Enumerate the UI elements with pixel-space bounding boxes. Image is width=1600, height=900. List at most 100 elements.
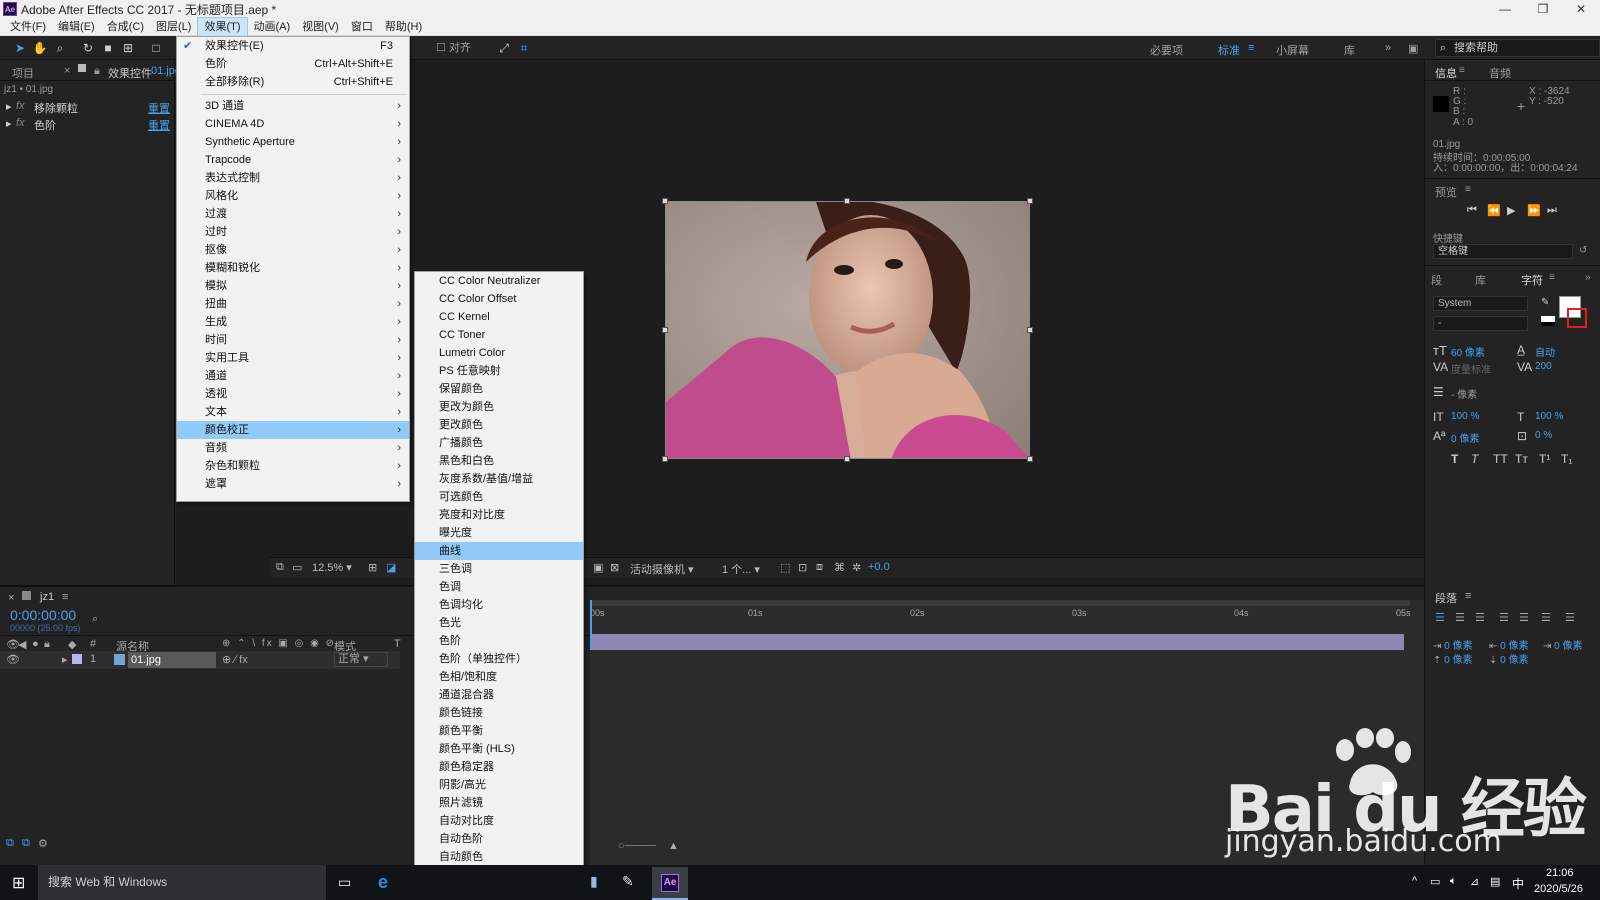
- loop-icon[interactable]: ↺: [1579, 245, 1587, 256]
- menu-item-effect-controls[interactable]: ✔ 效果控件(E) F3: [177, 37, 409, 55]
- timeline-menu-icon[interactable]: ≡: [62, 591, 68, 603]
- align-right-icon[interactable]: ☰: [1475, 611, 1485, 624]
- menu-category-item[interactable]: 颜色校正 ›: [177, 421, 409, 439]
- submenu-item[interactable]: 色相/饱和度: [415, 668, 583, 686]
- workspace-standard[interactable]: 标准: [1218, 42, 1240, 58]
- close-tab-icon[interactable]: ×: [64, 65, 70, 77]
- menu-category-item[interactable]: 生成 ›: [177, 313, 409, 331]
- effect-row-levels[interactable]: ▸ fx 色阶 重置: [0, 117, 175, 133]
- transparency-grid-icon[interactable]: ⊠: [610, 561, 619, 574]
- submenu-item[interactable]: 保留颜色: [415, 380, 583, 398]
- snap-icon[interactable]: ⤢: [496, 40, 512, 56]
- expand-triangle-icon[interactable]: ▸: [6, 100, 12, 113]
- camera-tool-icon[interactable]: ■: [100, 40, 116, 56]
- layer-row[interactable]: 👁︎ ▸ 1 01.jpg ⊕ ∕ fx 正常 ▾: [0, 651, 400, 669]
- menu-view[interactable]: 视图(V): [296, 18, 345, 36]
- transform-handle[interactable]: [662, 327, 668, 333]
- playhead[interactable]: [590, 600, 592, 650]
- workspace-library[interactable]: 库: [1344, 42, 1355, 58]
- panel-lock-icon[interactable]: [78, 64, 86, 72]
- submenu-item[interactable]: 色调: [415, 578, 583, 596]
- indent-right[interactable]: ⇤ 0 像素: [1489, 637, 1529, 652]
- expand-triangle-icon[interactable]: ▸: [6, 117, 12, 130]
- task-view-icon[interactable]: ▭: [338, 874, 351, 891]
- font-size-value[interactable]: 60 像素: [1451, 344, 1485, 359]
- tab-audio[interactable]: 音频: [1489, 65, 1511, 81]
- menu-category-item[interactable]: 通道 ›: [177, 367, 409, 385]
- menu-category-item[interactable]: 遮罩 ›: [177, 475, 409, 493]
- all-caps-button[interactable]: TT: [1493, 452, 1508, 466]
- space-before[interactable]: ⇡ 0 像素: [1433, 651, 1473, 666]
- submenu-item[interactable]: CC Kernel: [415, 308, 583, 326]
- submenu-item[interactable]: PS 任意映射: [415, 362, 583, 380]
- tab-preview[interactable]: 预览: [1435, 184, 1457, 200]
- align-center-icon[interactable]: ☰: [1455, 611, 1465, 624]
- submenu-item[interactable]: 更改为颜色: [415, 398, 583, 416]
- submenu-item[interactable]: 色阶: [415, 632, 583, 650]
- panel-lock-glyph-icon[interactable]: 🔒︎: [94, 65, 100, 78]
- tab-info[interactable]: 信息: [1435, 65, 1457, 81]
- menu-category-item[interactable]: 模糊和锐化 ›: [177, 259, 409, 277]
- menu-category-item[interactable]: 实用工具 ›: [177, 349, 409, 367]
- workspace-essentials[interactable]: 必要项: [1150, 42, 1183, 58]
- first-frame-icon[interactable]: ⏮: [1467, 204, 1477, 217]
- expand-triangle-icon[interactable]: ▸: [62, 653, 68, 666]
- pan-behind-tool-icon[interactable]: ⊞: [120, 40, 136, 56]
- toggle-switches-icon[interactable]: ⚙: [38, 837, 48, 850]
- menu-edit[interactable]: 编辑(E): [52, 18, 101, 36]
- views-select[interactable]: 1 个... ▾: [722, 561, 760, 577]
- submenu-item[interactable]: 自动对比度: [415, 812, 583, 830]
- menu-category-item[interactable]: 透视 ›: [177, 385, 409, 403]
- effect-row-remove-grain[interactable]: ▸ fx 移除颗粒 重置: [0, 100, 175, 116]
- submenu-item[interactable]: 自动色阶: [415, 830, 583, 848]
- camera-select[interactable]: 活动摄像机 ▾: [630, 561, 694, 577]
- space-after[interactable]: ⇣ 0 像素: [1489, 651, 1529, 666]
- menu-category-item[interactable]: 表达式控制 ›: [177, 169, 409, 187]
- tab-character[interactable]: 字符: [1521, 272, 1543, 288]
- submenu-item[interactable]: CC Toner: [415, 326, 583, 344]
- reset-link[interactable]: 重置: [148, 117, 170, 133]
- small-caps-button[interactable]: Tт: [1515, 452, 1528, 466]
- menu-composition[interactable]: 合成(C): [101, 18, 150, 36]
- render-time-icon[interactable]: ⧉: [22, 837, 30, 850]
- reset-exposure-icon[interactable]: ✲: [852, 561, 861, 574]
- eyedropper-icon[interactable]: ✎: [1541, 297, 1549, 308]
- workspace-small-screen[interactable]: 小屏幕: [1276, 42, 1309, 58]
- submenu-item[interactable]: 曝光度: [415, 524, 583, 542]
- kerning-value[interactable]: 度量标准: [1451, 361, 1491, 376]
- close-icon[interactable]: ✕: [1562, 0, 1600, 18]
- snapshot-icon[interactable]: ▣: [593, 561, 603, 574]
- help-search-input[interactable]: ⌕ 搜索帮助: [1435, 39, 1600, 57]
- submenu-item[interactable]: 灰度系数/基值/增益: [415, 470, 583, 488]
- superscript-button[interactable]: T¹: [1539, 452, 1550, 466]
- submenu-item[interactable]: 照片滤镜: [415, 794, 583, 812]
- shortcut-select[interactable]: 空格键: [1433, 244, 1573, 259]
- justify-all-icon[interactable]: ☰: [1565, 611, 1575, 624]
- submenu-item[interactable]: 色光: [415, 614, 583, 632]
- transform-handle[interactable]: [1027, 327, 1033, 333]
- transform-handle[interactable]: [844, 198, 850, 204]
- menu-item-remove-all[interactable]: 全部移除(R) Ctrl+Shift+E: [177, 73, 409, 91]
- submenu-item[interactable]: 黑色和白色: [415, 452, 583, 470]
- justify-left-icon[interactable]: ☰: [1499, 611, 1509, 624]
- menu-category-item[interactable]: Trapcode ›: [177, 151, 409, 169]
- fx-icon[interactable]: fx: [16, 117, 25, 129]
- fx-icon[interactable]: fx: [16, 100, 25, 112]
- more-workspaces-icon[interactable]: »: [1385, 42, 1391, 54]
- comp-flowchart-icon[interactable]: ⧉: [6, 837, 14, 850]
- selection-tool-icon[interactable]: ➤: [12, 40, 28, 56]
- composition-image[interactable]: [665, 201, 1030, 459]
- subscript-button[interactable]: T₁: [1561, 452, 1572, 466]
- menu-category-item[interactable]: 过渡 ›: [177, 205, 409, 223]
- first-line-indent[interactable]: ⇥ 0 像素: [1543, 637, 1583, 652]
- black-white-swatch[interactable]: [1541, 316, 1555, 326]
- submenu-item[interactable]: 色阶（单独控件）: [415, 650, 583, 668]
- align-checkbox[interactable]: ☐ 对齐: [436, 40, 496, 56]
- submenu-item[interactable]: 色调均化: [415, 596, 583, 614]
- paragraph-menu-icon[interactable]: ≡: [1465, 590, 1471, 602]
- battery-icon[interactable]: ▭: [1430, 875, 1440, 888]
- menu-help[interactable]: 帮助(H): [379, 18, 428, 36]
- submenu-item[interactable]: CC Color Neutralizer: [415, 272, 583, 290]
- grid-icon[interactable]: ⊞: [368, 561, 377, 574]
- menu-category-item[interactable]: 抠像 ›: [177, 241, 409, 259]
